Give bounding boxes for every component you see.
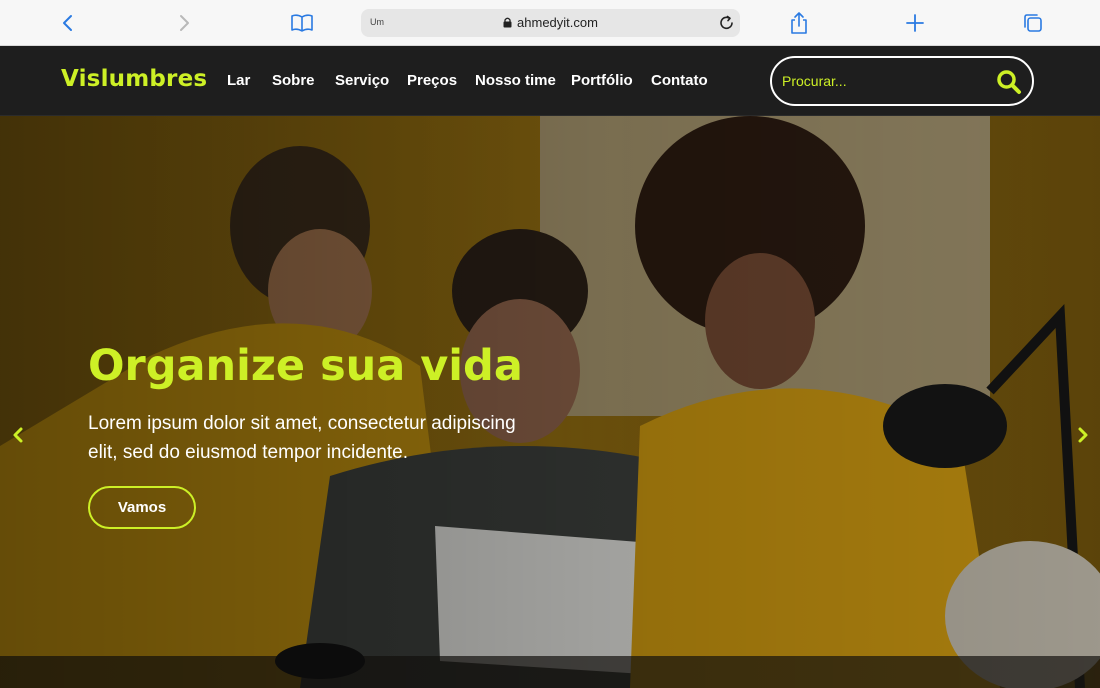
forward-chevron-icon[interactable]	[170, 9, 198, 37]
nav-item-servico[interactable]: Serviço	[335, 72, 389, 89]
nav-item-portfolio[interactable]: Portfólio	[571, 72, 633, 89]
share-icon[interactable]	[785, 9, 813, 37]
chevron-right-icon[interactable]	[1074, 426, 1092, 444]
nav-item-sobre[interactable]: Sobre	[272, 72, 315, 89]
site-header: Vislumbres Lar Sobre Serviço Preços Noss…	[0, 46, 1100, 116]
book-icon[interactable]	[288, 9, 316, 37]
plus-icon[interactable]	[901, 9, 929, 37]
address-bar[interactable]: Um ahmedyit.com	[361, 9, 740, 37]
hero-title: Organize sua vida	[88, 341, 523, 391]
search-box	[770, 56, 1034, 106]
back-chevron-icon[interactable]	[54, 9, 82, 37]
browser-toolbar: Um ahmedyit.com	[0, 0, 1100, 46]
chevron-left-icon[interactable]	[9, 426, 27, 444]
hero-description: Lorem ipsum dolor sit amet, consectetur …	[88, 413, 516, 463]
vamos-button[interactable]: Vamos	[88, 486, 196, 529]
lock-icon	[503, 16, 512, 31]
search-input[interactable]	[782, 69, 982, 93]
site-logo[interactable]: Vislumbres	[61, 66, 207, 92]
search-icon[interactable]	[996, 69, 1022, 95]
nav-item-nosso-time[interactable]: Nosso time	[475, 72, 556, 89]
tabs-icon[interactable]	[1019, 9, 1047, 37]
reload-icon[interactable]	[718, 14, 736, 32]
nav-item-precos[interactable]: Preços	[407, 72, 457, 89]
nav-item-contato[interactable]: Contato	[651, 72, 708, 89]
url-text: ahmedyit.com	[517, 15, 598, 30]
hero-slider: Organize sua vida Lorem ipsum dolor sit …	[0, 116, 1100, 688]
nav-item-lar[interactable]: Lar	[227, 72, 250, 89]
